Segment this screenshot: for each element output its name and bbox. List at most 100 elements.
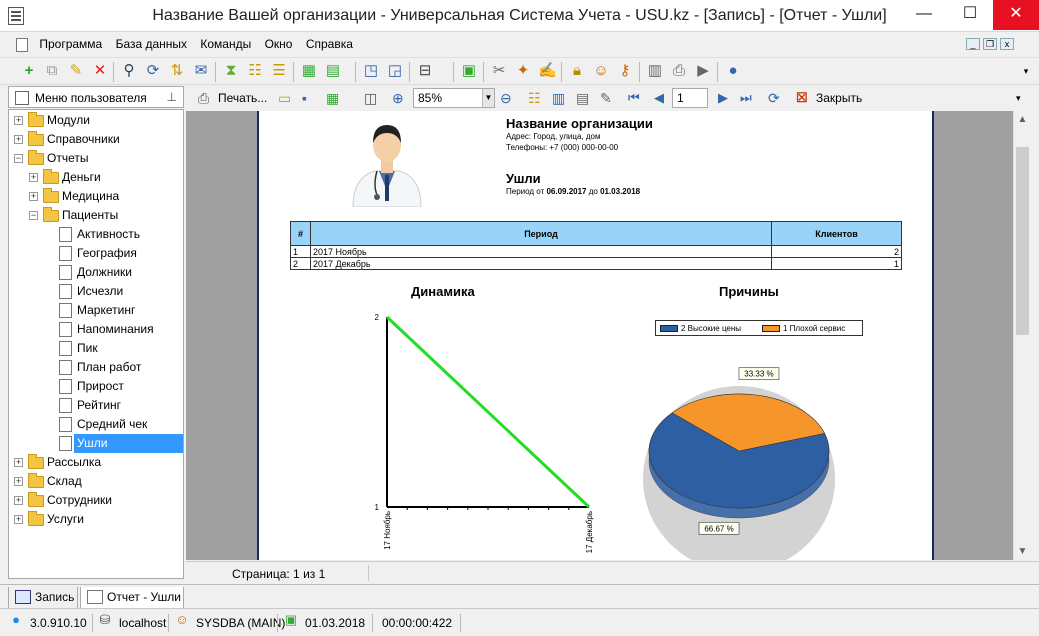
print-icon[interactable]: ⎙: [670, 62, 688, 80]
delete-icon[interactable]: ✕: [91, 62, 109, 80]
page-setup-icon[interactable]: ▤: [576, 88, 589, 108]
close-report-button[interactable]: Закрыть: [816, 88, 862, 108]
wand-icon[interactable]: ✦: [514, 62, 532, 80]
zoom-select[interactable]: 85% ▼: [413, 88, 495, 108]
note-icon[interactable]: ✍: [538, 62, 557, 80]
key-icon[interactable]: ⚷: [616, 62, 634, 80]
zoom-out-icon[interactable]: ⊖: [500, 88, 512, 108]
save-icon[interactable]: ▪: [302, 88, 307, 108]
tree-item[interactable]: + Сотрудники: [9, 491, 183, 510]
tree-item[interactable]: − Пациенты: [9, 206, 183, 225]
tree-item[interactable]: Пик: [9, 339, 183, 358]
close-report-icon[interactable]: ☒: [796, 88, 808, 108]
mdi-close-button[interactable]: x: [1000, 38, 1014, 50]
expand-icon[interactable]: +: [14, 116, 23, 125]
menu-window[interactable]: Окно: [260, 33, 298, 55]
copy-icon[interactable]: ⧉: [43, 62, 61, 80]
tree-item[interactable]: + Справочники: [9, 130, 183, 149]
minimize-button[interactable]: —: [901, 0, 947, 30]
tree-item[interactable]: − Отчеты: [9, 149, 183, 168]
next-page-icon[interactable]: ▶: [718, 88, 728, 108]
columns-icon[interactable]: ⊟: [416, 62, 434, 80]
chevron-down-icon[interactable]: ▼: [482, 89, 494, 107]
collapse-icon[interactable]: −: [14, 154, 23, 163]
menu-database[interactable]: База данных: [111, 33, 192, 55]
filter-icon[interactable]: ⧗: [222, 62, 240, 80]
users-icon[interactable]: ☺: [592, 62, 610, 80]
lock-icon[interactable]: 🔒︎: [568, 62, 586, 80]
add-icon[interactable]: +: [20, 62, 38, 80]
refresh-icon[interactable]: ⟳: [144, 62, 162, 80]
prev-page-icon[interactable]: ◀: [654, 88, 664, 108]
expand-icon[interactable]: +: [14, 515, 23, 524]
tree-item[interactable]: + Услуги: [9, 510, 183, 529]
tree-item[interactable]: Средний чек: [9, 415, 183, 434]
tree-item[interactable]: Напоминания: [9, 320, 183, 339]
expand-icon[interactable]: +: [14, 477, 23, 486]
tree-icon[interactable]: ☷: [246, 62, 264, 80]
last-page-icon[interactable]: ⏭: [740, 88, 752, 108]
page-number-input[interactable]: 1: [672, 88, 708, 108]
sort-icon[interactable]: ⇅: [168, 62, 186, 80]
zoom-in-icon[interactable]: ⊕: [392, 88, 404, 108]
pin-icon[interactable]: ⊥: [167, 90, 177, 104]
tree-item[interactable]: Исчезли: [9, 282, 183, 301]
edit-icon[interactable]: ✎: [67, 62, 85, 80]
expand-icon[interactable]: +: [14, 135, 23, 144]
vertical-scrollbar[interactable]: ▲ ▼: [1013, 111, 1030, 560]
tree-item[interactable]: Маркетинг: [9, 301, 183, 320]
expand-icon[interactable]: +: [29, 173, 38, 182]
expand-icon[interactable]: +: [14, 496, 23, 505]
tree-item[interactable]: + Склад: [9, 472, 183, 491]
preview-icon[interactable]: ◫: [364, 88, 377, 108]
tree-item[interactable]: + Модули: [9, 111, 183, 130]
outline-icon[interactable]: ☷: [528, 88, 541, 108]
export-icon[interactable]: ▦: [326, 88, 339, 108]
tree-item[interactable]: + Рассылка: [9, 453, 183, 472]
mdi-minimize-button[interactable]: _: [966, 38, 980, 50]
maximize-button[interactable]: ☐: [947, 0, 993, 30]
scroll-up-icon[interactable]: ▲: [1014, 111, 1031, 128]
comment-icon[interactable]: ✉: [192, 62, 210, 80]
page-layout-icon[interactable]: ▥: [552, 88, 565, 108]
info-icon[interactable]: ●: [724, 62, 742, 80]
window-cascade-icon[interactable]: ◲: [386, 62, 404, 80]
search-icon[interactable]: ⚲: [120, 62, 138, 80]
tree-item[interactable]: План работ: [9, 358, 183, 377]
menu-program[interactable]: Программа: [34, 33, 107, 55]
close-button[interactable]: ✕: [993, 0, 1039, 30]
scroll-thumb[interactable]: [1016, 147, 1029, 335]
printer-icon[interactable]: ⎙: [198, 88, 209, 108]
calendar-icon[interactable]: ▣: [460, 62, 478, 80]
menu-help[interactable]: Справка: [301, 33, 358, 55]
reload-icon[interactable]: ⟳: [768, 88, 780, 108]
tab-record[interactable]: Запись: [8, 587, 78, 609]
tree-item[interactable]: География: [9, 244, 183, 263]
table-icon[interactable]: ▥: [646, 62, 664, 80]
edit-page-icon[interactable]: ✎: [600, 88, 612, 108]
mdi-restore-button[interactable]: ❐: [983, 38, 997, 50]
tools-icon[interactable]: ✂: [490, 62, 508, 80]
expand-icon[interactable]: +: [14, 458, 23, 467]
media-icon[interactable]: ▶: [694, 62, 712, 80]
export-icon[interactable]: ▦: [300, 62, 318, 80]
menu-commands[interactable]: Команды: [195, 33, 256, 55]
group-icon[interactable]: ☰: [270, 62, 288, 80]
toolbar-overflow-icon[interactable]: ▾: [1017, 62, 1035, 80]
open-icon[interactable]: ▭: [278, 88, 291, 108]
report-toolbar-overflow-icon[interactable]: ▾: [1016, 88, 1021, 108]
tree-item[interactable]: + Деньги: [9, 168, 183, 187]
tree-item[interactable]: Ушли: [9, 434, 183, 453]
export-dropdown-icon[interactable]: ▤: [324, 62, 342, 80]
collapse-icon[interactable]: −: [29, 211, 38, 220]
print-button[interactable]: Печать...: [218, 88, 267, 108]
tree-item[interactable]: + Медицина: [9, 187, 183, 206]
scroll-down-icon[interactable]: ▼: [1014, 543, 1031, 560]
tree-item[interactable]: Прирост: [9, 377, 183, 396]
tab-report[interactable]: Отчет - Ушли: [80, 587, 184, 609]
tree-item[interactable]: Активность: [9, 225, 183, 244]
window-new-icon[interactable]: ◳: [362, 62, 380, 80]
first-page-icon[interactable]: ⏮: [628, 88, 640, 108]
tree-item[interactable]: Должники: [9, 263, 183, 282]
tree-item[interactable]: Рейтинг: [9, 396, 183, 415]
